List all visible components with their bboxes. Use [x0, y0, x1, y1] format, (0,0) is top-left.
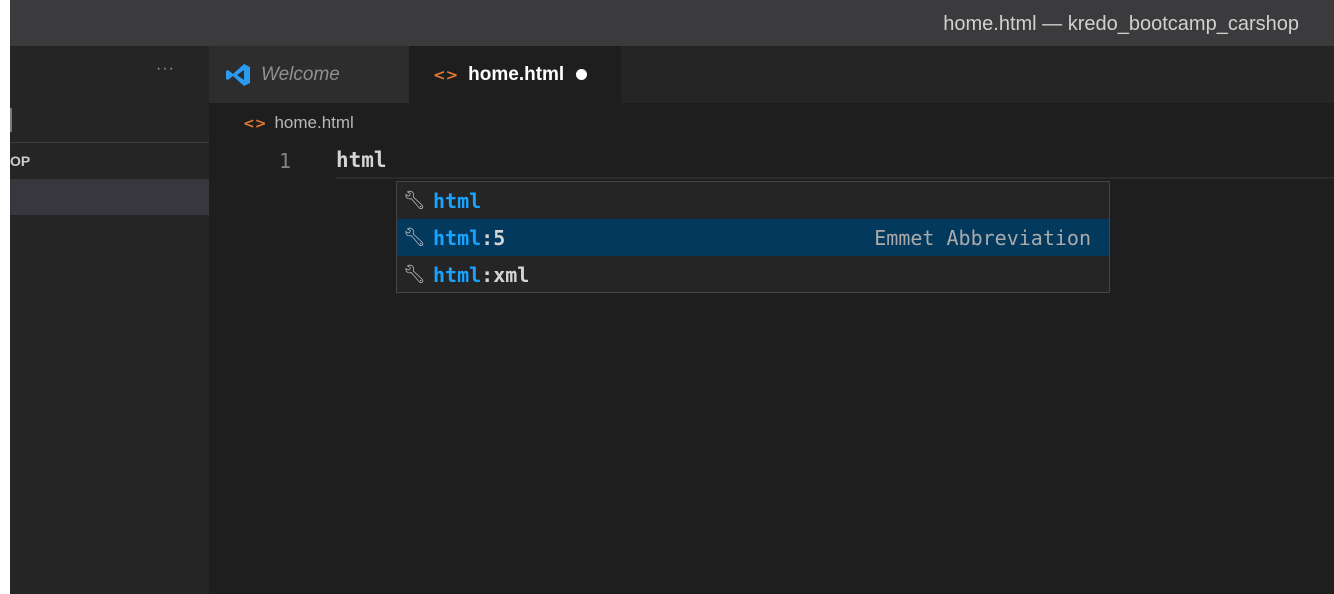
wrench-icon: 🔧︎	[403, 264, 426, 285]
more-actions-icon[interactable]: ···	[156, 60, 175, 78]
suggest-item-match: html	[433, 225, 482, 250]
tab-home-html-label: home.html	[468, 63, 565, 85]
vscode-window: home.html — kredo_bootcamp_carshop ··· O…	[10, 0, 1334, 594]
code-line[interactable]: 1 html	[209, 143, 1334, 179]
editor-area[interactable]: <> home.html 1 html 🔧︎ html 🔧︎ html:5 Emm…	[209, 103, 1334, 594]
tab-welcome-label: Welcome	[261, 63, 340, 85]
project-folder-header[interactable]: OP	[10, 142, 209, 179]
wrench-icon: 🔧︎	[403, 227, 426, 248]
suggest-item-selected[interactable]: 🔧︎ html:5 Emmet Abbreviation	[397, 219, 1109, 256]
suggest-item[interactable]: 🔧︎ html:xml	[397, 256, 1109, 293]
wrench-icon: 🔧︎	[403, 190, 426, 211]
title-bar: home.html — kredo_bootcamp_carshop	[10, 0, 1334, 46]
unsaved-dot-icon[interactable]	[576, 69, 588, 80]
breadcrumb[interactable]: <> home.html	[243, 113, 354, 133]
explorer-sidebar: ··· OP	[10, 46, 209, 594]
html-file-icon: <>	[243, 116, 267, 132]
sidebar-input-edge	[10, 108, 12, 132]
explorer-selected-item[interactable]	[10, 179, 209, 215]
window-title: home.html — kredo_bootcamp_carshop	[943, 13, 1299, 35]
html-file-icon: <>	[433, 65, 459, 84]
vscode-logo-icon	[226, 63, 250, 86]
suggest-item-rest: :xml	[481, 262, 530, 287]
suggest-item[interactable]: 🔧︎ html	[397, 182, 1109, 219]
project-folder-label: OP	[10, 153, 31, 169]
suggest-item-match: html	[433, 262, 482, 287]
tab-welcome[interactable]: Welcome	[209, 46, 409, 103]
tab-home-html[interactable]: <> home.html	[409, 46, 621, 103]
code-line-text[interactable]: html	[336, 148, 387, 172]
suggest-item-rest: :5	[481, 225, 506, 250]
line-number: 1	[279, 149, 292, 173]
breadcrumb-file-label: home.html	[274, 113, 354, 132]
editor-tab-bar: Welcome <> home.html	[209, 46, 1334, 103]
suggest-item-match: html	[433, 188, 482, 213]
current-line-highlight	[336, 143, 1334, 179]
suggest-widget: 🔧︎ html 🔧︎ html:5 Emmet Abbreviation 🔧︎ …	[396, 181, 1110, 293]
suggest-item-detail: Emmet Abbreviation	[874, 225, 1091, 250]
